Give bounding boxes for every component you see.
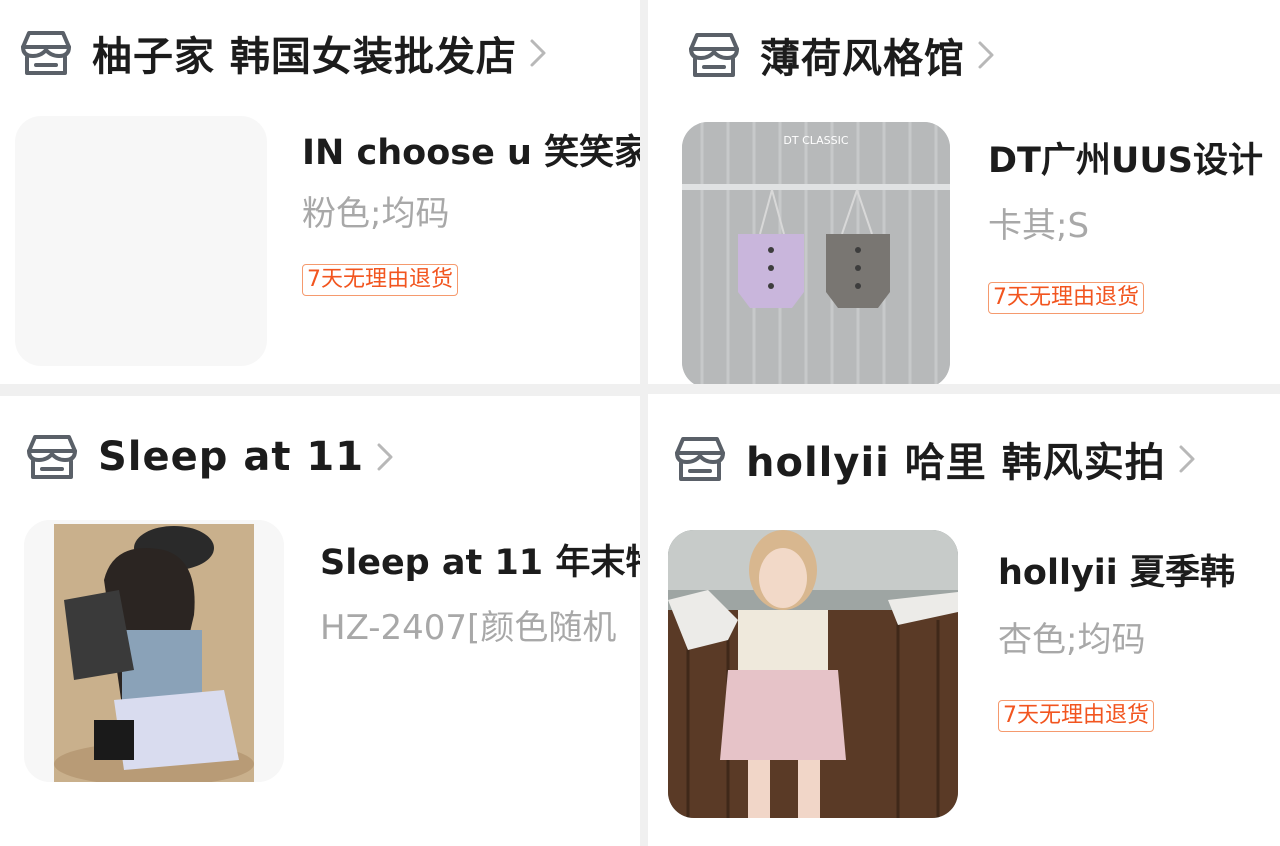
product-card[interactable]: Sleep at 11 Sleep at 11 年末特 HZ-2407[颜色随机 [0, 396, 640, 846]
product-image[interactable]: DT CLASSIC [682, 122, 950, 384]
chevron-right-icon [977, 40, 995, 70]
product-variant: 杏色;均码 [998, 620, 1146, 660]
shop-header[interactable]: hollyii 哈里 韩风实拍 [674, 430, 1196, 488]
product-title[interactable]: hollyii 夏季韩 [998, 544, 1235, 595]
shop-name: hollyii 哈里 韩风实拍 [746, 440, 1166, 486]
product-title[interactable]: DT广州UUS设计 [988, 132, 1263, 183]
store-icon [26, 432, 82, 482]
product-variant: HZ-2407[颜色随机 [320, 608, 617, 648]
product-image[interactable] [24, 520, 284, 782]
shop-header[interactable]: Sleep at 11 [26, 432, 394, 482]
image-caption: DT CLASSIC [783, 134, 848, 147]
product-image[interactable] [15, 116, 267, 366]
product-variant: 粉色;均码 [302, 194, 450, 234]
product-title[interactable]: Sleep at 11 年末特 [320, 534, 640, 585]
chevron-right-icon [376, 442, 394, 472]
return-policy-badge: 7天无理由退货 [302, 264, 458, 296]
shop-name: 薄荷风格馆 [760, 36, 965, 82]
return-policy-badge: 7天无理由退货 [988, 282, 1144, 314]
product-card[interactable]: 柚子家 韩国女装批发店 IN choose u 笑笑家 粉色;均码 7天无理由退… [0, 0, 640, 384]
product-title[interactable]: IN choose u 笑笑家 [302, 124, 640, 175]
shop-name: 柚子家 韩国女装批发店 [92, 34, 517, 80]
shop-header[interactable]: 柚子家 韩国女装批发店 [20, 24, 547, 82]
chevron-right-icon [1178, 444, 1196, 474]
store-icon [688, 30, 744, 80]
shop-name: Sleep at 11 [98, 434, 365, 480]
store-icon [674, 434, 730, 484]
return-policy-badge: 7天无理由退货 [998, 700, 1154, 732]
product-card[interactable]: hollyii 哈里 韩风实拍 hollyii 夏季韩 杏色;均码 7天无理由退… [648, 394, 1280, 846]
product-card[interactable]: 薄荷风格馆 DT CLASSIC DT广州UUS设计 卡其;S 7天无理由退货 [648, 0, 1280, 384]
shop-header[interactable]: 薄荷风格馆 [688, 26, 995, 84]
store-icon [20, 28, 76, 78]
product-variant: 卡其;S [988, 206, 1090, 246]
product-image[interactable] [668, 530, 958, 818]
chevron-right-icon [529, 38, 547, 68]
